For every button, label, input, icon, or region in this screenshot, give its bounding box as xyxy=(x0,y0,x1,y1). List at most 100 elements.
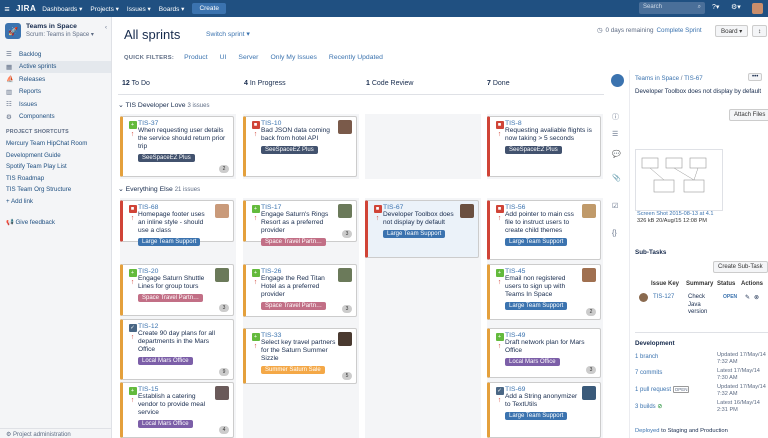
breadcrumb: Teams in Space / TIS-67 xyxy=(635,75,703,82)
nav-projects[interactable]: Projects ▾ xyxy=(90,5,119,13)
nav-dashboards[interactable]: Dashboards ▾ xyxy=(42,5,82,13)
switch-sprint-dropdown[interactable]: Switch sprint ▾ xyxy=(206,30,250,38)
builds-link[interactable]: 3 builds ⊘ xyxy=(635,403,662,410)
shortcut-link[interactable]: TIS Team Org Structure xyxy=(0,184,111,196)
issue-key[interactable]: TIS-33 xyxy=(261,332,336,339)
issue-key[interactable]: TIS-26 xyxy=(261,268,336,275)
info-icon[interactable]: ⓘ xyxy=(612,112,619,122)
expand-board-button[interactable]: ↕ xyxy=(752,25,768,37)
attachment-icon[interactable]: 📎 xyxy=(612,174,621,182)
more-actions-button[interactable]: ••• xyxy=(748,73,763,81)
give-feedback-link[interactable]: 📢 Give feedback xyxy=(0,218,111,226)
issue-card[interactable]: ✓ ↑ TIS-12 Create 90 day plans for all depa… xyxy=(120,319,234,380)
quick-filter-ui[interactable]: UI xyxy=(220,54,227,61)
issue-card[interactable]: ■ ↑ TIS-68 Homepage footer uses an inline s… xyxy=(120,200,234,246)
pull-request-link[interactable]: 1 pull request OPEN xyxy=(635,386,690,393)
issue-key[interactable]: TIS-56 xyxy=(505,204,580,211)
issue-card[interactable]: + ↑ TIS-37 When requesting user details the… xyxy=(120,116,234,177)
settings-icon[interactable]: ⚙▾ xyxy=(731,3,741,11)
column-bg xyxy=(365,114,481,179)
sidebar-item-backlog[interactable]: ☰ Backlog xyxy=(0,48,111,61)
subtask-key[interactable]: TIS-127 xyxy=(653,294,674,300)
bug-icon: ■ xyxy=(495,121,504,129)
help-icon[interactable]: ?▾ xyxy=(712,3,719,11)
project-header[interactable]: 🚀 Teams in Space Scrum: Teams in Space ▾… xyxy=(0,17,111,44)
shortcut-link[interactable]: Spotify Team Play List xyxy=(0,161,111,173)
issue-card[interactable]: + ↑ TIS-33 Select key travel partners for t… xyxy=(243,328,357,384)
complete-sprint-link[interactable]: Complete Sprint xyxy=(656,27,701,34)
create-button[interactable]: Create xyxy=(192,3,226,14)
issue-card[interactable]: ■ ↑ TIS-67 Developer Toolbox does not displ… xyxy=(365,200,479,258)
sidebar-item-reports[interactable]: ▥ Reports xyxy=(0,86,111,99)
issue-card[interactable]: + ↑ TIS-26 Engage the Red Titan Hotel as a … xyxy=(243,264,357,317)
edit-icon[interactable]: ✎ xyxy=(745,294,750,301)
quick-filters: QUICK FILTERS: Product UI Server Only My… xyxy=(124,54,395,61)
issue-card[interactable]: + ↑ TIS-17 Engage Saturn's Rings Resort as … xyxy=(243,200,357,246)
nav-boards[interactable]: Boards ▾ xyxy=(159,5,185,13)
jira-logo[interactable]: JIRA xyxy=(16,4,36,13)
quick-filter-product[interactable]: Product xyxy=(184,54,207,61)
issue-key[interactable]: TIS-37 xyxy=(138,120,227,127)
subtask-row[interactable]: TIS-127 Check Java version OPEN ✎ ⊗ xyxy=(635,291,768,331)
task-icon: ✓ xyxy=(128,324,137,332)
issue-card[interactable]: ■ ↑ TIS-8 Requesting avaliable flights is n… xyxy=(487,116,601,177)
sidebar-item-releases[interactable]: ⛵ Releases xyxy=(0,73,111,86)
issue-card[interactable]: + ↑ TIS-49 Draft network plan for Mars Offi… xyxy=(487,328,601,378)
issue-card[interactable]: ■ ↑ TIS-56 Add pointer to main css file to … xyxy=(487,200,601,260)
create-subtask-button[interactable]: Create Sub-Task xyxy=(713,261,768,273)
sidebar-item-issues[interactable]: ☷ Issues xyxy=(0,98,111,111)
delete-icon[interactable]: ⊗ xyxy=(754,294,759,301)
story-points-badge: 5 xyxy=(342,372,352,380)
search-input[interactable]: Search ⌕ xyxy=(639,2,705,14)
screenshot-name[interactable]: Screen Shot 2015-08-13 at 4.1 xyxy=(637,211,714,217)
sidebar-item-active-sprints[interactable]: ▦ Active sprints xyxy=(0,60,111,73)
issue-card[interactable]: ✓ ↑ TIS-69 Add a String anonymizer to TextU… xyxy=(487,382,601,438)
issue-card[interactable]: ■ ↑ TIS-10 Bad JSON data coming back from h… xyxy=(243,116,357,177)
issue-key[interactable]: TIS-67 xyxy=(383,204,458,211)
issue-key[interactable]: TIS-10 xyxy=(261,120,336,127)
screenshot-thumbnail[interactable] xyxy=(635,149,723,211)
commits-link[interactable]: 7 commits xyxy=(635,370,662,376)
subtasks-icon[interactable]: ☑ xyxy=(612,202,618,210)
project-administration-link[interactable]: ⚙ Project administration xyxy=(0,428,112,438)
issue-key[interactable]: TIS-12 xyxy=(138,323,227,330)
issue-key[interactable]: TIS-15 xyxy=(138,386,213,393)
attach-files-button[interactable]: Attach Files xyxy=(729,109,768,121)
branch-link[interactable]: 1 branch xyxy=(635,354,658,360)
sidebar-item-components[interactable]: ⚙ Components xyxy=(0,111,111,124)
development-icon[interactable]: {} xyxy=(612,230,617,237)
app-switcher-icon[interactable]: ≡ xyxy=(0,0,14,17)
issue-key[interactable]: TIS-49 xyxy=(505,332,594,339)
priority-high-icon: ↑ xyxy=(130,215,135,222)
quick-filter-only-my-issues[interactable]: Only My Issues xyxy=(270,54,316,61)
priority-high-icon: ↑ xyxy=(497,279,502,286)
issue-card[interactable]: + ↑ TIS-15 Establish a catering vendor to p… xyxy=(120,382,234,438)
nav-issues[interactable]: Issues ▾ xyxy=(127,5,151,13)
issue-key[interactable]: TIS-20 xyxy=(138,268,213,275)
swimlane-header[interactable]: ⌄ Everything Else 21 issues xyxy=(118,185,200,193)
shortcut-link[interactable]: TIS Roadmap xyxy=(0,173,111,185)
quick-filter-server[interactable]: Server xyxy=(238,54,258,61)
quick-filter-recently-updated[interactable]: Recently Updated xyxy=(329,54,383,61)
description-icon[interactable]: ☰ xyxy=(612,130,618,138)
issue-key[interactable]: TIS-69 xyxy=(505,386,580,393)
priority-high-icon: ↑ xyxy=(253,215,258,222)
commits-updated: Latest 17/May/14 7:30 AM xyxy=(717,368,760,381)
issue-key[interactable]: TIS-8 xyxy=(505,120,594,127)
issue-key[interactable]: TIS-17 xyxy=(261,204,336,211)
user-avatar[interactable] xyxy=(752,3,763,14)
shortcut-link[interactable]: Development Guide xyxy=(0,150,111,162)
issue-key[interactable]: TIS-45 xyxy=(505,268,580,275)
issue-card[interactable]: + ↑ TIS-45 Email non registered users to si… xyxy=(487,264,601,320)
swimlane-header[interactable]: ⌄ TIS Developer Love 3 issues xyxy=(118,101,209,109)
shortcut-link[interactable]: Mercury Team HipChat Room xyxy=(0,138,111,150)
comments-icon[interactable]: 💬 xyxy=(612,150,621,158)
issue-summary: Create 90 day plans for all departments … xyxy=(138,330,215,353)
top-navigation: ≡ JIRA Dashboards ▾ Projects ▾ Issues ▾ … xyxy=(0,0,768,17)
assignee-avatar xyxy=(338,268,352,282)
board-dropdown-button[interactable]: Board ▾ xyxy=(715,25,749,37)
issue-key[interactable]: TIS-68 xyxy=(138,204,213,211)
issue-card[interactable]: + ↑ TIS-20 Engage Saturn Shuttle Lines for … xyxy=(120,264,234,316)
add-link-button[interactable]: + Add link xyxy=(0,196,111,208)
collapse-sidebar-icon[interactable]: ‹ xyxy=(105,25,107,31)
